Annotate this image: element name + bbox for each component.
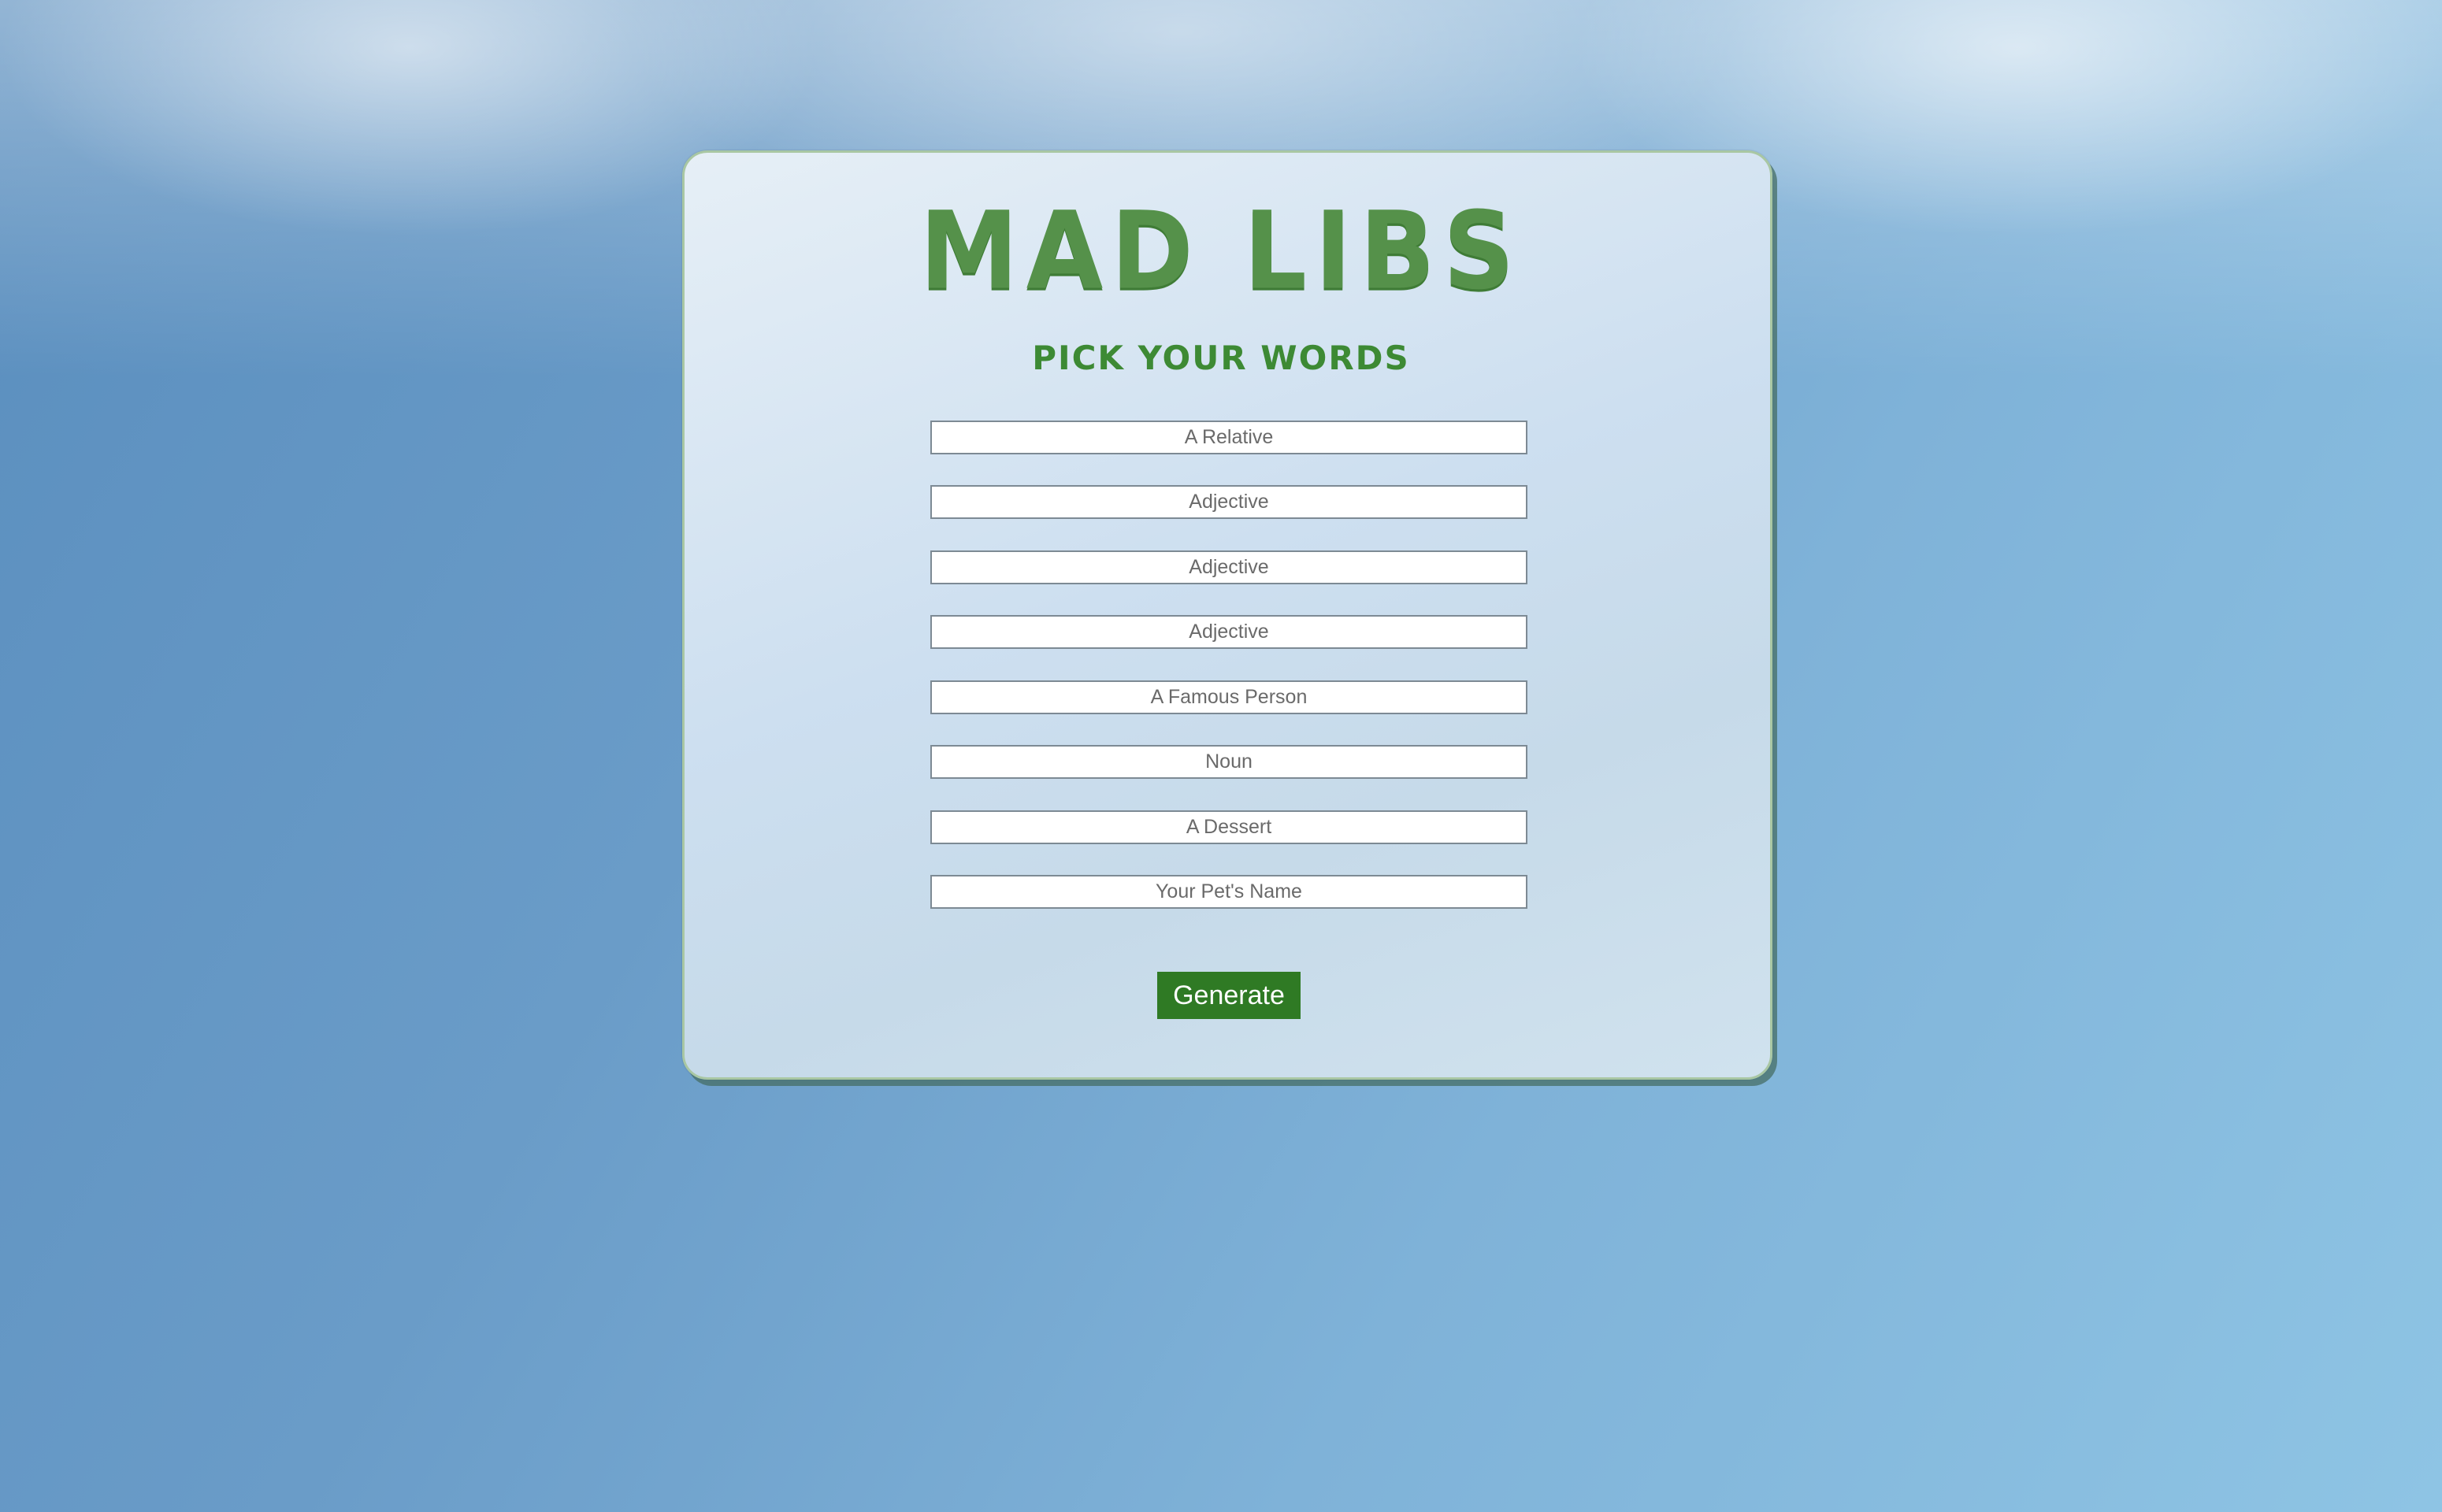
noun-input[interactable]: [930, 745, 1527, 779]
famous-person-input[interactable]: [930, 680, 1527, 714]
adjective-input-3[interactable]: [930, 615, 1527, 649]
pet-name-input[interactable]: [930, 875, 1527, 909]
relative-input[interactable]: [930, 421, 1527, 454]
page-subtitle: PICK YOUR WORDS: [1032, 339, 1410, 377]
generate-button[interactable]: Generate: [1157, 972, 1301, 1019]
adjective-input-1[interactable]: [930, 485, 1527, 519]
dessert-input[interactable]: [930, 810, 1527, 844]
page-title: MAD LIBS: [919, 188, 1523, 313]
adjective-input-2[interactable]: [930, 550, 1527, 584]
